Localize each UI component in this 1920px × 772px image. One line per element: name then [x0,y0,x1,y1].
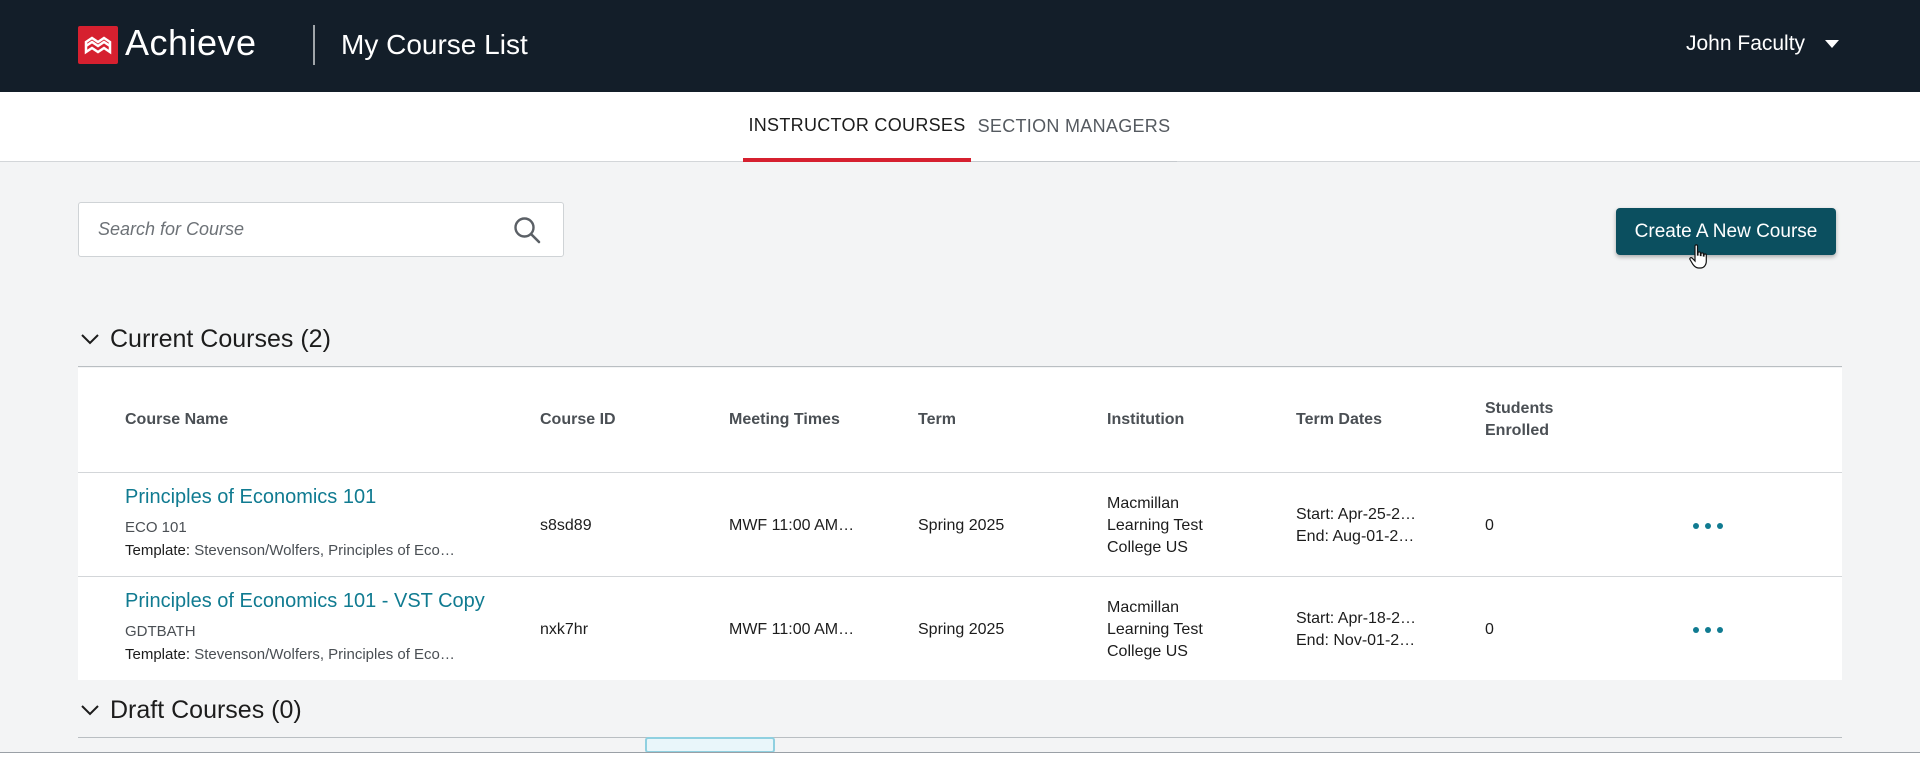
template-value: Stevenson/Wolfers, Principles of Eco… [194,542,455,559]
macmillan-logo-icon [78,26,118,64]
institution-line: Learning Test [1107,621,1203,638]
term-start: Start: Apr-18-2… [1296,610,1417,627]
template-label: Template: [125,542,191,559]
chevron-down-icon [81,705,99,716]
term-end: End: Aug-01-2… [1296,528,1415,545]
courses-table: Course Name Course ID Meeting Times Term… [78,368,1842,680]
create-new-course-button[interactable]: Create A New Course [1616,208,1836,255]
course-template: Template: Stevenson/Wolfers, Principles … [125,644,455,666]
column-header-students-enrolled[interactable]: Students Enrolled [1485,368,1553,472]
column-header-term[interactable]: Term [918,368,956,472]
header-line: Students [1485,400,1554,417]
term-start: Start: Apr-25-2… [1296,506,1417,523]
hand-pointer-icon [1689,244,1707,269]
current-courses-toggle[interactable]: Current Courses (2) [78,319,331,359]
current-courses-title: Current Courses (2) [110,324,331,353]
term: Spring 2025 [918,621,1005,638]
search-icon[interactable] [513,216,541,244]
institution-line: Macmillan [1107,495,1180,512]
column-header-course-id[interactable]: Course ID [540,368,616,472]
institution: Macmillan Learning Test College US [1107,597,1203,663]
tab-bar: INSTRUCTOR COURSES SECTION MANAGERS [0,92,1920,162]
chevron-down-icon [81,334,99,345]
user-menu[interactable]: John Faculty [1686,32,1840,56]
page-title: My Course List [341,29,528,60]
table-row: Principles of Economics 101 - VST Copy G… [78,577,1842,681]
more-options-icon[interactable] [1693,523,1723,529]
column-header-institution[interactable]: Institution [1107,368,1184,472]
tab-instructor-courses[interactable]: INSTRUCTOR COURSES [743,92,971,162]
institution-line: College US [1107,643,1188,660]
bottom-panel [0,752,1920,772]
institution-line: Learning Test [1107,517,1203,534]
course-id: nxk7hr [540,621,589,638]
section-divider [78,737,1842,738]
course-id: s8sd89 [540,517,592,534]
search-box [78,202,564,257]
students-enrolled: 0 [1485,517,1494,534]
students-enrolled: 0 [1485,621,1494,638]
meeting-times: MWF 11:00 AM… [729,517,855,534]
draft-courses-title: Draft Courses (0) [110,695,302,724]
user-name: John Faculty [1686,32,1806,55]
top-header: Achieve My Course List John Faculty [0,0,1920,92]
template-value: Stevenson/Wolfers, Principles of Eco… [194,646,455,663]
caret-down-icon [1825,40,1840,48]
template-label: Template: [125,646,191,663]
header-divider [313,25,315,65]
course-name-link[interactable]: Principles of Economics 101 [125,486,376,508]
column-header-course-name[interactable]: Course Name [125,368,228,472]
column-header-meeting-times[interactable]: Meeting Times [729,368,840,472]
course-code: ECO 101 [125,519,187,536]
tab-section-managers[interactable]: SECTION MANAGERS [971,92,1177,162]
more-options-icon[interactable] [1693,627,1723,633]
term-dates: Start: Apr-18-2… End: Nov-01-2… [1296,608,1416,652]
search-input[interactable] [79,219,479,240]
bottom-drawer-handle[interactable] [645,737,775,753]
term-dates: Start: Apr-25-2… End: Aug-01-2… [1296,504,1416,548]
institution-line: College US [1107,539,1188,556]
header-line: Enrolled [1485,422,1550,439]
institution-line: Macmillan [1107,599,1180,616]
term: Spring 2025 [918,517,1005,534]
course-template: Template: Stevenson/Wolfers, Principles … [125,540,455,562]
meeting-times: MWF 11:00 AM… [729,621,855,638]
course-code: GDTBATH [125,623,196,640]
course-name-link[interactable]: Principles of Economics 101 - VST Copy [125,590,485,612]
section-divider [78,366,1842,367]
table-row: Principles of Economics 101 ECO 101 Temp… [78,473,1842,577]
institution: Macmillan Learning Test College US [1107,493,1203,559]
term-end: End: Nov-01-2… [1296,632,1416,649]
draft-courses-toggle[interactable]: Draft Courses (0) [78,690,302,730]
achieve-logo-text: Achieve [125,22,257,63]
column-header-term-dates[interactable]: Term Dates [1296,368,1382,472]
